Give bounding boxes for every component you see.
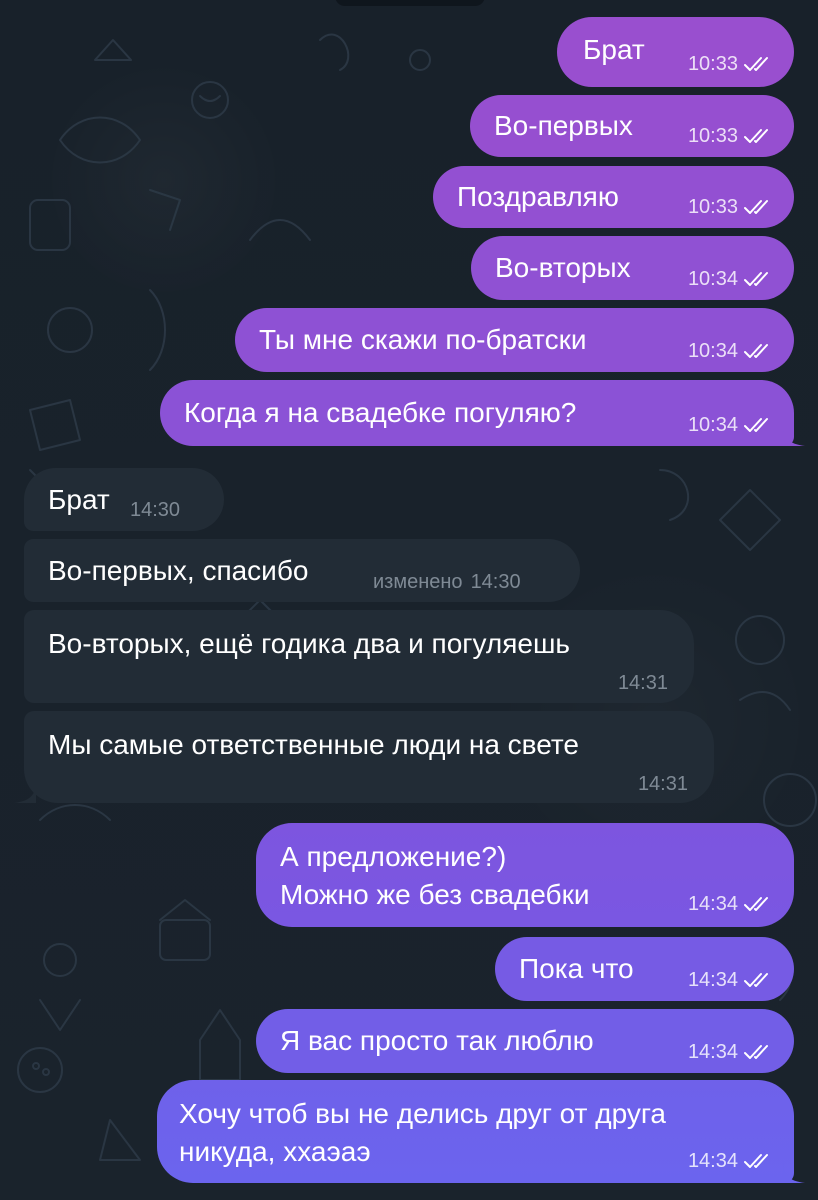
message-time: 14:34: [687, 969, 738, 991]
message-text: Я вас просто так люблю: [280, 1025, 594, 1056]
message-text: Во-вторых: [495, 252, 631, 283]
message-time: 14:31: [617, 672, 668, 694]
incoming-message[interactable]: Во-вторых, ещё годика два и погуляешь 14…: [24, 610, 694, 703]
message-meta: 10:33: [688, 196, 772, 218]
message-meta: 14:31: [638, 773, 688, 795]
message-time: 10:33: [687, 196, 738, 218]
message-time: 14:34: [687, 1041, 738, 1063]
double-check-icon: [744, 1045, 768, 1059]
bubble-tail: [14, 781, 36, 803]
message-meta: 14:30: [130, 499, 180, 521]
message-text: Когда я на свадебке погуляю?: [184, 397, 577, 428]
message-meta: 10:34: [688, 414, 772, 436]
double-check-icon: [744, 897, 768, 911]
double-check-icon: [744, 344, 768, 358]
message-text: Брат: [583, 34, 645, 65]
outgoing-message[interactable]: Брат 10:33: [557, 17, 794, 87]
message-time: 14:34: [687, 893, 738, 915]
message-time: 10:34: [687, 340, 738, 362]
message-meta: изменено 14:30: [373, 571, 521, 593]
incoming-message[interactable]: Во-первых, спасибо изменено 14:30: [24, 539, 580, 602]
outgoing-message[interactable]: Во-вторых 10:34: [471, 236, 794, 300]
date-pill: [335, 0, 485, 6]
bubble-tail: [783, 424, 805, 446]
double-check-icon: [744, 1154, 768, 1168]
message-text: Во-первых: [494, 110, 633, 141]
message-text-line-2: никуда, ххаэаэ: [179, 1136, 371, 1167]
message-time: 14:34: [687, 1150, 738, 1172]
message-text: Во-первых, спасибо: [48, 555, 309, 586]
message-meta: 10:33: [688, 125, 772, 147]
outgoing-message[interactable]: Пока что 14:34: [495, 937, 794, 1001]
outgoing-message[interactable]: А предложение?) Можно же без свадебки 14…: [256, 823, 794, 927]
message-meta: 14:34: [688, 893, 772, 915]
bubble-tail: [783, 1161, 805, 1183]
outgoing-message[interactable]: Во-первых 10:33: [470, 95, 794, 157]
outgoing-message[interactable]: Когда я на свадебке погуляю? 10:34: [160, 380, 805, 446]
message-time: 10:33: [687, 53, 738, 75]
outgoing-message[interactable]: Ты мне скажи по-братски 10:34: [235, 308, 794, 372]
double-check-icon: [744, 129, 768, 143]
message-time: 10:34: [687, 414, 738, 436]
double-check-icon: [744, 57, 768, 71]
outgoing-message[interactable]: Я вас просто так люблю 14:34: [256, 1009, 794, 1073]
message-meta: 10:34: [688, 268, 772, 290]
message-text: Мы самые ответственные люди на свете: [48, 729, 579, 760]
message-text-line-2: Можно же без свадебки: [280, 879, 590, 910]
message-time: 14:31: [637, 773, 688, 795]
double-check-icon: [744, 272, 768, 286]
edited-label: изменено: [373, 571, 463, 593]
message-meta: 10:34: [688, 340, 772, 362]
message-time: 14:30: [470, 571, 521, 593]
message-meta: 14:34: [688, 1150, 772, 1172]
message-time: 10:33: [687, 125, 738, 147]
incoming-message[interactable]: Мы самые ответственные люди на свете 14:…: [14, 711, 714, 803]
message-text: Брат: [48, 484, 110, 515]
message-meta: 14:34: [688, 1041, 772, 1063]
message-meta: 14:31: [618, 672, 668, 694]
message-text: Поздравляю: [457, 181, 619, 212]
message-text: Во-вторых, ещё годика два и погуляешь: [48, 628, 571, 659]
double-check-icon: [744, 200, 768, 214]
double-check-icon: [744, 973, 768, 987]
message-meta: 14:34: [688, 969, 772, 991]
incoming-message[interactable]: Брат 14:30: [24, 468, 224, 531]
outgoing-message[interactable]: Поздравляю 10:33: [433, 166, 794, 228]
message-text-line-1: Хочу чтоб вы не делись друг от друга: [179, 1098, 667, 1129]
message-time: 14:30: [130, 499, 181, 521]
message-text-line-1: А предложение?): [280, 841, 507, 872]
message-text: Ты мне скажи по-братски: [259, 324, 587, 355]
message-meta: 10:33: [688, 53, 772, 75]
message-time: 10:34: [687, 268, 738, 290]
double-check-icon: [744, 418, 768, 432]
outgoing-message[interactable]: Хочу чтоб вы не делись друг от друга ник…: [157, 1080, 805, 1183]
message-text: Пока что: [519, 953, 634, 984]
